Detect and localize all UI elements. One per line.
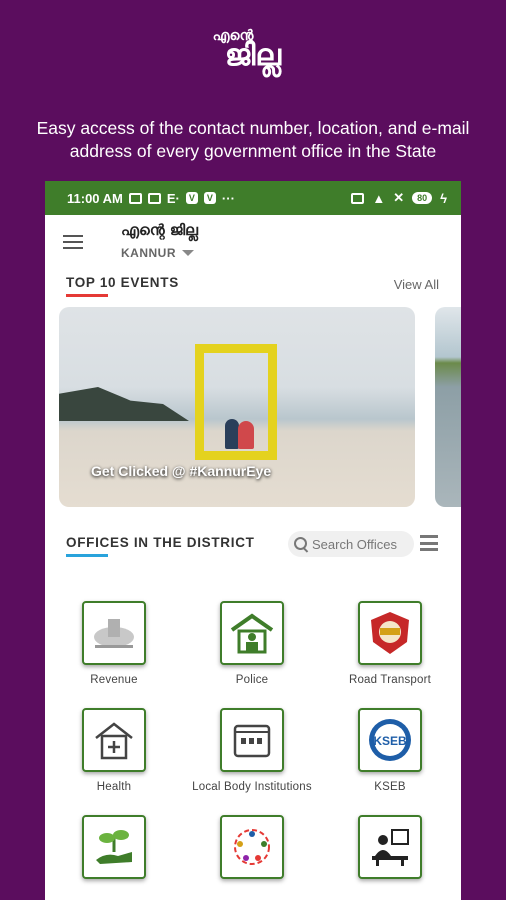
view-all-link[interactable]: View All — [394, 277, 439, 292]
district-name: KANNUR — [121, 246, 176, 260]
mvd-badge-icon — [358, 601, 422, 665]
office-label: Revenue — [90, 674, 138, 686]
kseb-logo-icon: KSEB — [358, 708, 422, 772]
app-logo: എന്റെ ജില്ല — [0, 28, 506, 73]
message-icon — [147, 192, 161, 204]
office-label: KSEB — [374, 781, 406, 793]
offices-heading-underline — [66, 554, 108, 557]
office-tile-health[interactable]: Health — [45, 708, 183, 793]
offices-grid: Revenue Police Road Transport Health Loc… — [45, 601, 461, 888]
event-image-cliffs — [59, 387, 189, 421]
promo-tagline: Easy access of the contact number, locat… — [36, 118, 470, 161]
people-circle-icon — [220, 815, 284, 879]
event-card[interactable]: Get Clicked @ #KannurEye — [59, 307, 415, 507]
list-view-icon[interactable] — [420, 535, 438, 551]
cast-icon: E· — [166, 190, 180, 206]
app-bar: എന്റെ ജില്ല KANNUR — [45, 215, 461, 270]
status-bar: 11:00 AM E· V V ··· ▲ ✕ 80 ϟ — [45, 181, 461, 215]
app-title: എന്റെ ജില്ല — [121, 221, 198, 239]
teacher-desk-icon — [358, 815, 422, 879]
office-label: Road Transport — [348, 674, 432, 686]
search-offices-input[interactable]: Search Offices — [288, 531, 414, 557]
office-label: Police — [235, 674, 269, 686]
wifi-icon: ✕ — [393, 190, 405, 205]
v-app-icon: V — [203, 192, 216, 204]
logo-line-2: ജില്ല — [224, 38, 282, 73]
office-tile-road-transport[interactable]: Road Transport — [321, 601, 459, 686]
event-image-person — [238, 421, 254, 449]
office-label: Local Body Institutions — [192, 781, 312, 793]
phone-screen: 11:00 AM E· V V ··· ▲ ✕ 80 ϟ എന്റെ ജില്ല… — [45, 181, 461, 900]
district-selector[interactable]: KANNUR — [121, 246, 194, 260]
office-label: Health — [96, 781, 132, 793]
chevron-down-icon — [182, 250, 194, 256]
event-image-person — [225, 419, 239, 449]
events-heading: TOP 10 EVENTS — [66, 275, 179, 290]
office-tile-revenue[interactable]: Revenue — [45, 601, 183, 686]
police-station-icon — [220, 601, 284, 665]
office-tile-local-body[interactable]: Local Body Institutions — [183, 708, 321, 793]
notification-icons: E· V V ··· — [128, 190, 235, 206]
hospital-icon — [82, 708, 146, 772]
event-caption: Get Clicked @ #KannurEye — [91, 463, 272, 479]
office-tile-kseb[interactable]: KSEB KSEB — [321, 708, 459, 793]
search-placeholder: Search Offices — [312, 536, 398, 552]
svg-text:KSEB: KSEB — [373, 734, 407, 748]
signal-icon: ▲ — [372, 190, 386, 206]
status-time: 11:00 AM — [67, 190, 123, 206]
emblem-icon — [82, 601, 146, 665]
charging-icon: ϟ — [440, 190, 447, 206]
office-tile-social[interactable] — [183, 815, 321, 888]
message-icon — [128, 192, 142, 204]
v-app-icon: V — [185, 192, 198, 204]
event-card-next[interactable] — [435, 307, 461, 507]
offices-heading: OFFICES IN THE DISTRICT — [66, 535, 255, 550]
search-icon — [294, 537, 308, 551]
vibrate-icon — [351, 192, 365, 204]
events-heading-underline — [66, 294, 108, 297]
menu-icon[interactable] — [63, 235, 83, 249]
office-tile-agriculture[interactable] — [45, 815, 183, 888]
more-icon: ··· — [221, 190, 235, 206]
battery-icon: 80 — [412, 192, 433, 204]
office-tile-education[interactable] — [321, 815, 459, 888]
office-tile-police[interactable]: Police — [183, 601, 321, 686]
plant-hand-icon — [82, 815, 146, 879]
building-icon — [220, 708, 284, 772]
